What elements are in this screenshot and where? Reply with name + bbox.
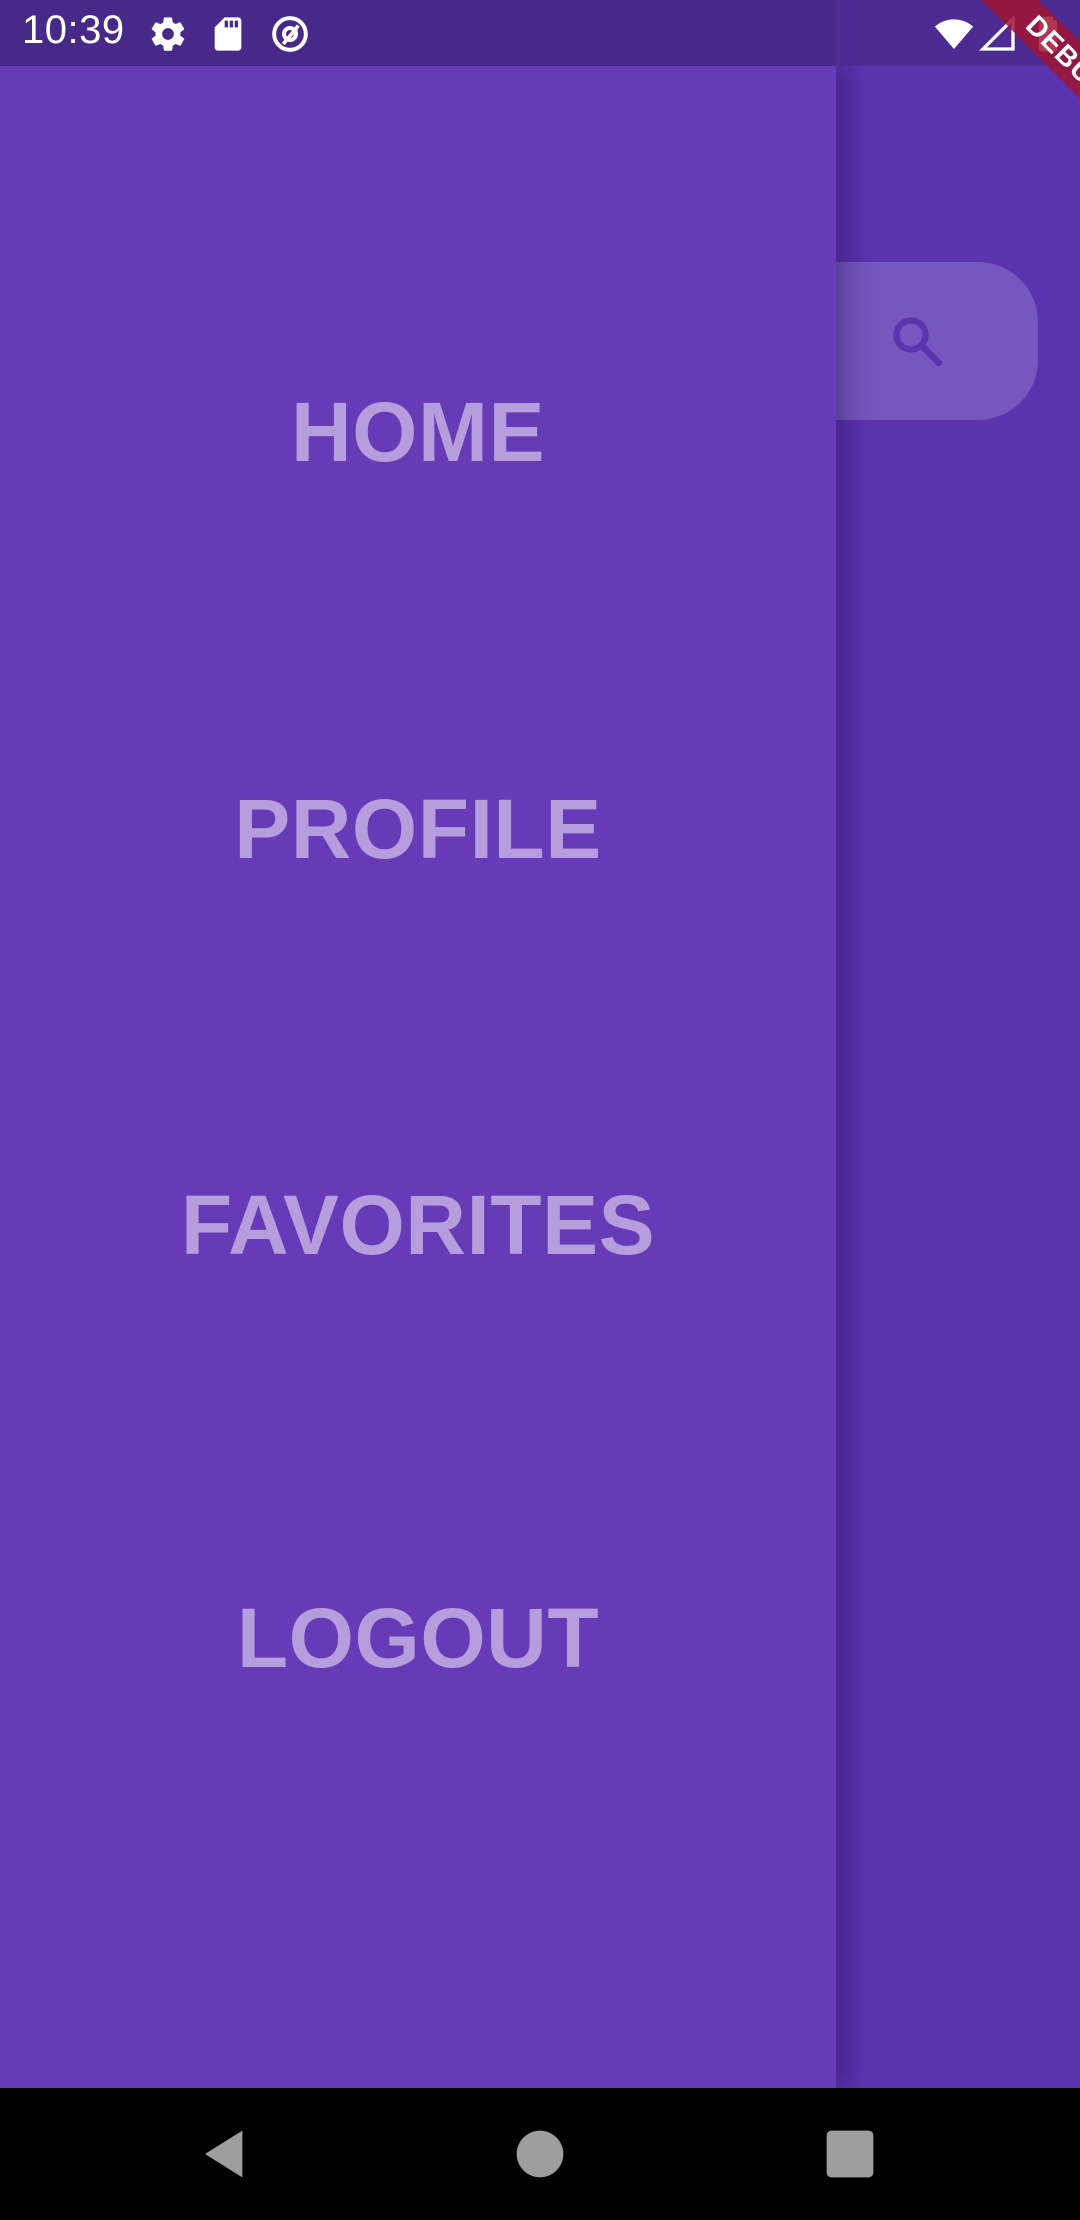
home-icon[interactable] [512,2126,568,2182]
app-screen: HOME PROFILE FAVORITES LOGOUT 10:39 DEBU… [0,0,1080,2220]
recents-icon[interactable] [822,2126,878,2182]
back-icon[interactable] [198,2126,254,2182]
status-bar: 10:39 [0,0,1080,66]
debug-banner-label: DEBUG [961,0,1080,160]
sd-card-icon [214,17,242,51]
drawer-item-home[interactable]: HOME [0,382,836,482]
navigation-drawer: HOME PROFILE FAVORITES LOGOUT [0,66,836,2088]
drawer-status-scrim [0,0,836,66]
settings-gear-icon [151,17,185,51]
drawer-item-logout[interactable]: LOGOUT [0,1588,836,1688]
system-nav-bar [0,2088,1080,2220]
drawer-item-favorites[interactable]: FAVORITES [0,1175,836,1275]
search-icon[interactable] [888,312,946,370]
status-time: 10:39 [22,8,125,52]
drawer-item-profile[interactable]: PROFILE [0,779,836,879]
debug-banner: DEBUG [920,0,1080,160]
at-sign-icon [272,16,308,52]
